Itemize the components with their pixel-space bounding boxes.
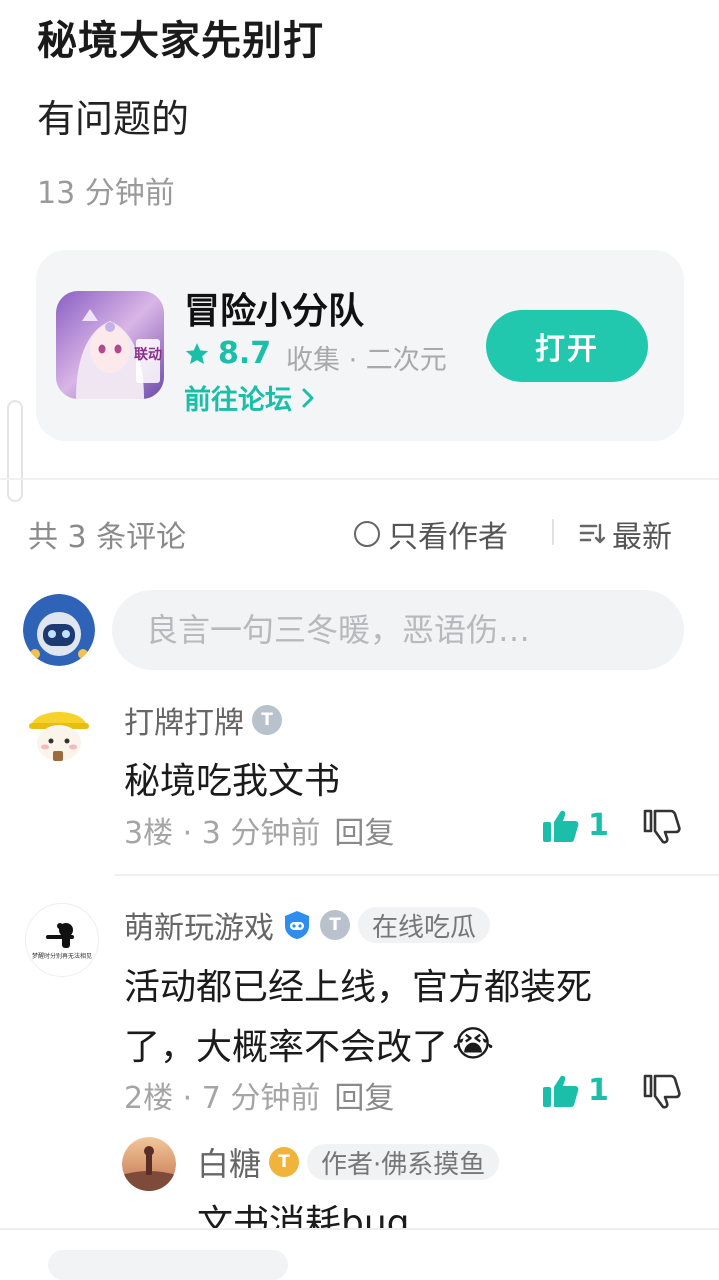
thumbs-up-icon — [543, 810, 579, 842]
my-avatar[interactable] — [23, 594, 95, 666]
bar-separator — [552, 519, 554, 545]
comment-author-name[interactable]: 萌新玩游戏 — [124, 903, 274, 947]
sort-icon — [579, 523, 606, 544]
level-badge-icon: T — [252, 705, 282, 735]
game-score-value: 8.7 — [218, 336, 272, 371]
dislike-button[interactable] — [643, 1073, 681, 1113]
forum-link[interactable]: 前往论坛 — [184, 378, 316, 417]
comment-text-line: 了，大概率不会改了 😭 — [124, 1018, 494, 1070]
comment-meta: 2楼 · 7 分钟前 回复 — [124, 1073, 394, 1117]
thumbs-down-icon — [643, 809, 681, 844]
side-handle[interactable] — [7, 400, 23, 502]
open-game-button[interactable]: 打开 — [486, 310, 648, 382]
like-button[interactable]: 1 — [542, 808, 609, 843]
user-tag: 在线吃瓜 — [358, 907, 491, 943]
level-badge-icon: T — [269, 1147, 300, 1177]
post-title: 秘境大家先别打 — [37, 18, 324, 64]
level-badge-icon: T — [320, 910, 350, 940]
avatar-caption: 梦醒时分别再无法相见 — [32, 952, 92, 960]
bottom-input-pill[interactable] — [48, 1250, 288, 1280]
like-count: 1 — [588, 1073, 609, 1108]
comment-count: 共 3 条评论 — [28, 520, 187, 555]
comment-author-name[interactable]: 打牌打牌 — [124, 698, 244, 742]
reply-button[interactable]: 回复 — [334, 1073, 394, 1117]
post-body: 有问题的 — [37, 97, 190, 141]
radio-icon[interactable] — [354, 521, 380, 547]
bottom-divider — [0, 1228, 719, 1230]
game-meta: 收集 · 二次元 — [286, 345, 447, 376]
comment-text-line: 活动都已经上线，官方都装死 — [124, 967, 593, 1008]
comment-input[interactable]: 良言一句三冬暖，恶语伤… — [112, 590, 684, 670]
game-icon-badge: 联动 — [134, 346, 162, 363]
comment-author-row: 萌新玩游戏 T 在线吃瓜 — [124, 903, 491, 947]
comment-text: 秘境吃我文书 — [124, 761, 341, 802]
gamepad-badge-icon — [285, 911, 309, 939]
game-name[interactable]: 冒险小分队 — [184, 282, 364, 334]
comment-floor-time: 3楼 · 3 分钟前 — [124, 816, 321, 851]
post-time: 13 分钟前 — [37, 176, 175, 211]
star-icon — [185, 342, 209, 364]
only-author-toggle[interactable]: 只看作者 — [354, 512, 508, 556]
comment-author-row: 打牌打牌 T — [124, 698, 282, 742]
forum-link-label[interactable]: 前往论坛 — [184, 378, 292, 417]
dislike-button[interactable] — [643, 808, 681, 848]
reply-author-row: 白糖 T 作者·佛系摸鱼 — [197, 1139, 500, 1185]
sort-button[interactable]: 最新 — [578, 512, 672, 556]
like-count: 1 — [588, 808, 609, 843]
thumbs-down-icon — [643, 1074, 681, 1109]
comment-divider — [115, 874, 719, 876]
reply-button[interactable]: 回复 — [334, 808, 394, 852]
only-author-label[interactable]: 只看作者 — [388, 512, 508, 556]
like-button[interactable]: 1 — [542, 1073, 609, 1108]
sort-label[interactable]: 最新 — [612, 512, 672, 556]
comment-text-line-2: 了，大概率不会改了 — [124, 1027, 449, 1068]
author-tag: 作者·佛系摸鱼 — [307, 1144, 500, 1180]
chevron-right-icon — [302, 388, 314, 407]
comment-floor-time: 2楼 · 7 分钟前 — [124, 1081, 321, 1116]
crying-emoji-icon: 😭 — [452, 1023, 495, 1065]
comment-meta: 3楼 · 3 分钟前 回复 — [124, 808, 394, 852]
game-score: 8.7 — [184, 336, 271, 371]
comment-avatar[interactable] — [23, 697, 95, 769]
game-icon[interactable]: 联动 — [56, 291, 164, 399]
divider — [0, 478, 719, 480]
comment-avatar[interactable]: 梦醒时分别再无法相见 — [25, 903, 99, 977]
thumbs-up-icon — [543, 1075, 579, 1107]
reply-author-name[interactable]: 白糖 — [197, 1139, 261, 1185]
reply-avatar[interactable] — [122, 1137, 176, 1191]
